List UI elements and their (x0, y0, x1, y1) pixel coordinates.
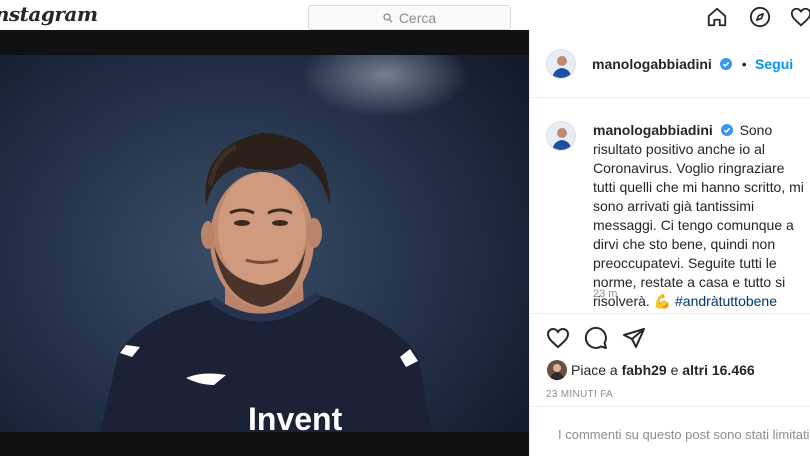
post-actions: Piace a fabh29 e altri 16.466 (530, 313, 810, 393)
hashtag-link[interactable]: #andràtuttobene (675, 293, 777, 309)
instagram-logo[interactable]: Instagram (0, 2, 98, 26)
caption-text: Sono risultato positivo anche io al Coro… (593, 122, 804, 309)
separator-dot: • (741, 56, 747, 72)
home-icon[interactable] (706, 6, 728, 28)
avatar-image (552, 128, 572, 150)
search-placeholder: Cerca (398, 9, 437, 26)
like-heart-icon[interactable] (546, 326, 570, 350)
follow-button[interactable]: Segui (755, 56, 793, 72)
search-input[interactable]: Cerca (308, 5, 511, 30)
header-user-line: manologabbiadini • Segui (592, 56, 793, 74)
post-date[interactable]: 23 MINUTI FA (546, 389, 613, 400)
avatar-image (552, 56, 572, 78)
caption-author-avatar[interactable] (546, 121, 576, 151)
liker-avatar[interactable] (547, 360, 567, 380)
explore-compass-icon[interactable] (749, 6, 771, 28)
likes-middle: e (670, 362, 679, 378)
likes-summary: Piace a fabh29 e altri 16.466 (571, 362, 755, 378)
comment-bubble-icon[interactable] (584, 326, 608, 350)
avatar-image (550, 364, 564, 380)
caption-username[interactable]: manologabbiadini (593, 122, 713, 138)
flexed-biceps-emoji-icon: 💪 (653, 293, 672, 309)
search-icon (383, 12, 393, 22)
comments-section: I commenti su questo post sono stati lim… (530, 406, 810, 456)
shirt-sponsor-text: Invent (248, 401, 343, 432)
likes-count-link[interactable]: altri 16.466 (682, 362, 754, 378)
verified-badge-icon (720, 58, 733, 70)
post-side-panel: manologabbiadini • Segui manologabbiadin… (529, 30, 810, 456)
activity-heart-icon[interactable] (790, 6, 810, 28)
caption-time-ago[interactable]: 23 m (593, 288, 617, 300)
logo-text: Instagram (0, 2, 98, 26)
author-avatar[interactable] (546, 49, 576, 79)
post-photo[interactable]: Invent (0, 55, 529, 432)
post-header: manologabbiadini • Segui (530, 30, 810, 98)
verified-badge-icon (720, 124, 733, 136)
player-photo-illustration: Invent (100, 133, 432, 432)
post-caption: manologabbiadini Sono risultato positivo… (593, 121, 805, 311)
likes-prefix: Piace a (571, 362, 618, 378)
comments-limited-notice: I commenti su questo post sono stati lim… (558, 427, 810, 442)
share-direct-icon[interactable] (622, 326, 646, 350)
top-nav-bar: Instagram Cerca (0, 0, 810, 30)
likes-user-link[interactable]: fabh29 (622, 362, 667, 378)
author-username[interactable]: manologabbiadini (592, 56, 712, 72)
